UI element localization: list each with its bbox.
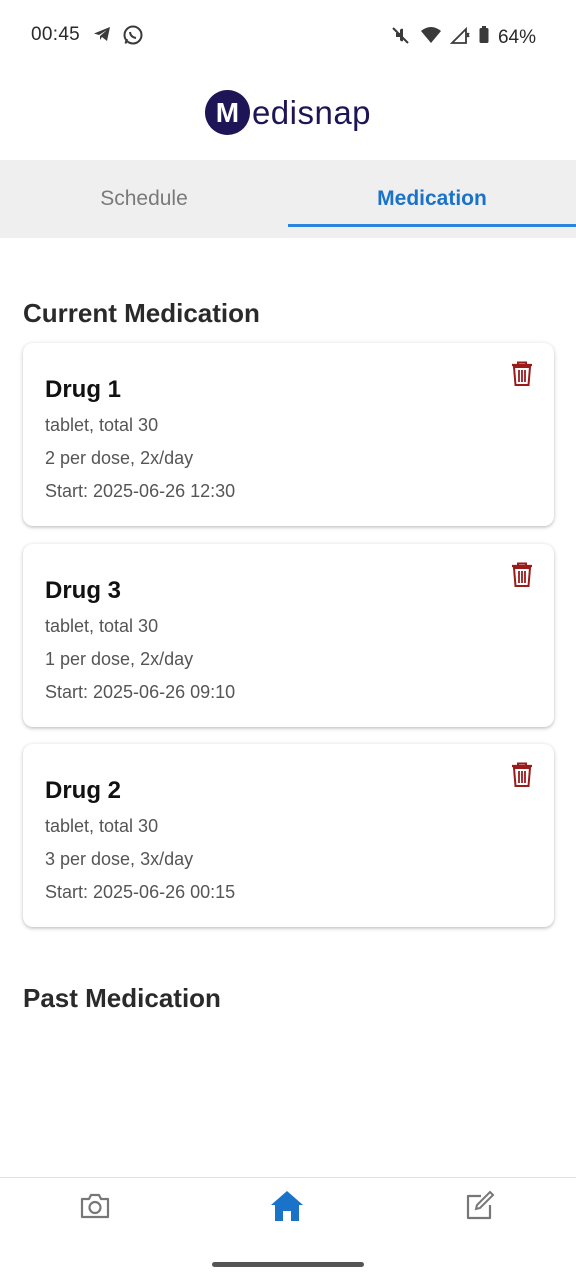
nav-home-button[interactable]	[267, 1190, 307, 1226]
battery-icon	[478, 25, 490, 50]
status-time: 00:45	[31, 24, 81, 45]
medication-card[interactable]: Drug 3 tablet, total 30 1 per dose, 2x/d…	[23, 544, 554, 727]
medication-card[interactable]: Drug 2 tablet, total 30 3 per dose, 3x/d…	[23, 744, 554, 927]
medication-card[interactable]: Drug 1 tablet, total 30 2 per dose, 2x/d…	[23, 343, 554, 526]
wifi-icon	[420, 25, 442, 50]
medication-dosage: 2 per dose, 2x/day	[45, 448, 194, 468]
camera-icon	[79, 1192, 111, 1225]
delete-icon[interactable]	[510, 762, 534, 788]
status-bar: 00:45 64%	[0, 0, 576, 70]
whatsapp-icon	[122, 24, 144, 51]
logo-text: edisnap	[251, 93, 372, 131]
medication-name: Drug 2	[45, 777, 122, 804]
app-logo: M edisnap	[0, 90, 576, 135]
medication-form: tablet, total 30	[45, 415, 159, 435]
telegram-icon	[92, 24, 112, 51]
delete-icon[interactable]	[510, 562, 534, 588]
signal-icon	[449, 25, 470, 50]
nav-edit-button[interactable]	[459, 1190, 499, 1226]
home-icon	[269, 1189, 305, 1228]
nav-camera-button[interactable]	[75, 1190, 115, 1226]
medication-name: Drug 1	[45, 376, 122, 403]
medication-dosage: 3 per dose, 3x/day	[45, 849, 194, 869]
tab-medication[interactable]: Medication	[288, 160, 576, 238]
medication-name: Drug 3	[45, 577, 122, 604]
past-medication-title: Past Medication	[23, 983, 221, 1013]
edit-icon	[463, 1190, 495, 1227]
medication-start: Start: 2025-06-26 12:30	[45, 481, 236, 501]
tab-bar: Schedule Medication	[0, 160, 576, 238]
mute-icon	[390, 24, 412, 51]
tab-schedule[interactable]: Schedule	[0, 160, 288, 238]
medication-form: tablet, total 30	[45, 616, 159, 636]
medication-start: Start: 2025-06-26 00:15	[45, 882, 236, 902]
medication-dosage: 1 per dose, 2x/day	[45, 649, 194, 669]
medication-form: tablet, total 30	[45, 816, 159, 836]
delete-icon[interactable]	[510, 361, 534, 387]
current-medication-title: Current Medication	[23, 298, 260, 328]
gesture-bar	[212, 1262, 364, 1267]
logo-mark: M	[204, 90, 250, 135]
battery-percent: 64%	[497, 26, 536, 48]
medication-start: Start: 2025-06-26 09:10	[45, 682, 236, 702]
bottom-nav	[0, 1177, 576, 1280]
